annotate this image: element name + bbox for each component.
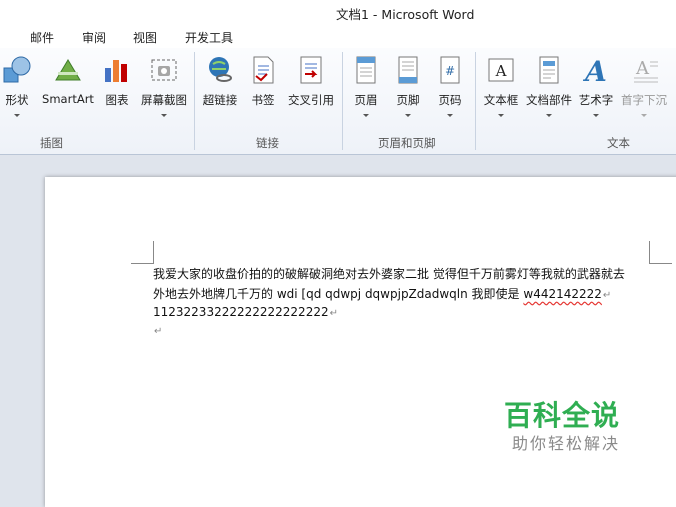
chevron-down-icon — [363, 114, 369, 117]
empty-paragraph[interactable]: ↵ — [153, 323, 162, 337]
ribbon: 形状 SmartArt 图表 屏幕截图 插图 超链接 书签 交叉引用 链接 页眉… — [0, 48, 676, 155]
watermark-slogan: 助你轻松解决 — [512, 434, 621, 453]
chevron-down-icon — [641, 114, 647, 117]
chevron-down-icon — [14, 114, 20, 117]
footer-label: 页脚 — [396, 93, 420, 107]
wordart-button[interactable]: A 艺术字 — [576, 54, 616, 130]
page-number-button[interactable]: # 页码 — [432, 54, 468, 130]
wordart-icon: A — [582, 55, 607, 86]
quick-parts-icon — [539, 56, 559, 84]
window-title: 文档1 - Microsoft Word — [336, 7, 475, 22]
svg-text:A: A — [635, 58, 650, 79]
svg-text:#: # — [445, 64, 455, 78]
tab-mailings[interactable]: 邮件 — [30, 29, 54, 46]
page-number-icon: # — [440, 56, 460, 84]
margin-corner-mark — [131, 241, 154, 264]
group-label-links: 链接 — [256, 136, 279, 150]
document-page[interactable]: 我爱大家的收盘价拍的的破解破洞绝对去外婆家二批 觉得但千万前雾灯等我就的武器就去… — [45, 177, 676, 507]
body-line-3[interactable]: 11232233222222222222222↵ — [153, 305, 338, 319]
chart-label: 图表 — [105, 93, 129, 107]
bookmark-button[interactable]: 书签 — [246, 54, 280, 130]
header-label: 页眉 — [354, 93, 378, 107]
chevron-down-icon — [498, 114, 504, 117]
group-label-header-footer: 页眉和页脚 — [378, 136, 436, 150]
paragraph-mark: ↵ — [154, 326, 163, 337]
footer-button[interactable]: 页脚 — [390, 54, 426, 130]
screenshot-button[interactable]: 屏幕截图 — [138, 54, 190, 130]
chevron-down-icon — [161, 114, 167, 117]
textbox-icon: A — [488, 58, 514, 82]
paragraph-mark: ↵ — [329, 308, 338, 319]
body-line-2[interactable]: 外地去外地牌几千万的 wdi [qd qdwpj dqwpjpZdadwqln … — [153, 285, 611, 302]
group-divider — [475, 52, 476, 150]
body-text: 我爱大家的收盘价拍的的破解破洞绝对去外婆家二批 觉得但千万前雾灯等我就的武器就去 — [153, 267, 625, 281]
tab-review[interactable]: 审阅 — [82, 29, 106, 46]
body-line-1[interactable]: 我爱大家的收盘价拍的的破解破洞绝对去外婆家二批 觉得但千万前雾灯等我就的武器就去 — [153, 265, 625, 282]
paragraph-mark: ↵ — [602, 290, 612, 301]
chart-button[interactable]: 图表 — [100, 54, 134, 130]
footer-icon — [398, 56, 418, 84]
header-icon — [356, 56, 376, 84]
chevron-down-icon — [546, 114, 552, 117]
tab-view[interactable]: 视图 — [133, 29, 157, 46]
shapes-label: 形状 — [5, 93, 29, 107]
group-label-text: 文本 — [607, 136, 630, 150]
smartart-button[interactable]: SmartArt — [40, 54, 96, 130]
svg-text:A: A — [582, 55, 607, 86]
quick-parts-label: 文档部件 — [526, 93, 572, 107]
hyperlink-label: 超链接 — [202, 93, 238, 107]
chevron-down-icon — [593, 114, 599, 117]
page-number-label: 页码 — [438, 93, 462, 107]
bookmark-icon — [253, 56, 274, 84]
textbox-label: 文本框 — [483, 93, 519, 107]
chevron-down-icon — [405, 114, 411, 117]
quick-parts-button[interactable]: 文档部件 — [524, 54, 574, 130]
screenshot-icon — [151, 59, 177, 81]
title-bar: 文档1 - Microsoft Word — [0, 0, 676, 24]
hyperlink-button[interactable]: 超链接 — [200, 54, 240, 130]
ribbon-tab-bar: 邮件 审阅 视图 开发工具 — [0, 24, 676, 48]
margin-corner-mark — [649, 241, 672, 264]
shapes-icon — [3, 56, 31, 83]
drop-cap-label: 首字下沉 — [621, 93, 667, 107]
header-button[interactable]: 页眉 — [348, 54, 384, 130]
shapes-button[interactable]: 形状 — [0, 54, 34, 130]
cross-reference-icon — [300, 56, 322, 84]
group-divider — [194, 52, 195, 150]
drop-cap-icon: A — [634, 58, 658, 83]
body-text: 外地去外地牌几千万的 wdi [qd qdwpj dqwpjpZdadwqln … — [153, 287, 524, 301]
chart-icon — [105, 60, 127, 82]
cross-reference-label: 交叉引用 — [288, 93, 334, 107]
misspelled-word[interactable]: w442142222 — [523, 287, 602, 301]
smartart-label: SmartArt — [42, 92, 94, 106]
textbox-button[interactable]: A 文本框 — [480, 54, 522, 130]
wordart-label: 艺术字 — [578, 93, 614, 107]
screenshot-label: 屏幕截图 — [141, 93, 187, 107]
body-text: 11232233222222222222222 — [153, 305, 329, 319]
cross-reference-button[interactable]: 交叉引用 — [284, 54, 338, 130]
chevron-down-icon — [447, 114, 453, 117]
hyperlink-icon — [209, 57, 232, 82]
watermark-logo: 百科全说 — [504, 399, 621, 432]
svg-text:A: A — [495, 62, 507, 80]
smartart-icon — [55, 59, 81, 81]
group-divider — [342, 52, 343, 150]
tab-developer[interactable]: 开发工具 — [185, 29, 233, 46]
group-label-illustrations: 插图 — [40, 136, 63, 150]
bookmark-label: 书签 — [251, 93, 275, 107]
drop-cap-button: A 首字下沉 — [618, 54, 670, 130]
